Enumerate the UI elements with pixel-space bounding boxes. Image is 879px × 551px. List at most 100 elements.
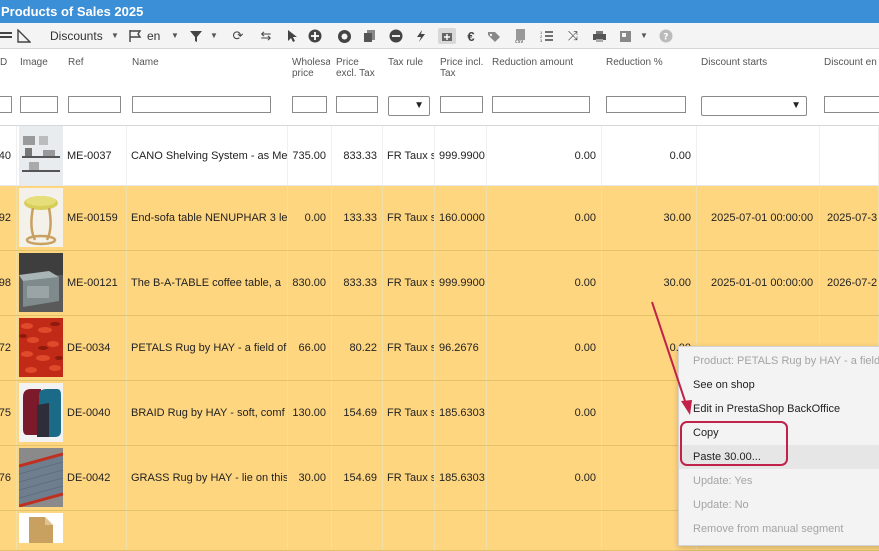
cell-reduction-pct[interactable]: 0.00 — [602, 126, 697, 185]
chevron-down-icon[interactable]: ▼ — [111, 23, 119, 49]
chevron-down-icon[interactable]: ▼ — [210, 23, 218, 49]
language-selector[interactable]: en — [147, 23, 160, 49]
cell-wholesale[interactable]: 735.00 — [288, 126, 332, 185]
table-row[interactable]: 92 ME-00159 End-sofa table NENUPHAR 3 le… — [0, 186, 879, 251]
cell-name[interactable]: CANO Shelving System - as Me — [127, 126, 288, 185]
filter-input-name[interactable] — [132, 96, 271, 113]
cell-id[interactable] — [0, 511, 17, 550]
pointer-icon[interactable] — [284, 28, 300, 44]
table-row[interactable]: 98 ME-00121 The B-A-TABLE coffee table, … — [0, 251, 879, 316]
cell-discount-ends[interactable] — [820, 126, 879, 185]
cell-wholesale[interactable]: 30.00 — [288, 446, 332, 510]
cell-price-excl[interactable]: 154.69 — [332, 446, 383, 510]
filter-input-wholesale[interactable] — [292, 96, 327, 113]
cell-id[interactable]: 92 — [0, 186, 17, 250]
refresh-icon[interactable]: ⟳ — [230, 28, 246, 44]
filter-input-reduction-pct[interactable] — [606, 96, 686, 113]
column-header-wholesale-price[interactable]: Wholesale price — [292, 57, 330, 79]
cell-tax-rule[interactable]: FR Taux s — [383, 251, 435, 315]
cell-name[interactable]: PETALS Rug by HAY - a field of — [127, 316, 288, 380]
cell-price-incl[interactable]: 999.9900 — [435, 251, 487, 315]
column-header-discount-starts[interactable]: Discount starts — [701, 57, 811, 68]
menu-icon[interactable] — [0, 28, 14, 44]
cell-price-incl[interactable]: 160.0000 — [435, 186, 487, 250]
cell-ref[interactable] — [63, 511, 127, 550]
column-header-id[interactable]: D — [0, 57, 14, 68]
filter-select-tax-rule[interactable]: ▼ — [388, 96, 430, 116]
swap-icon[interactable]: ⇆ — [258, 28, 274, 44]
cell-ref[interactable]: DE-0042 — [63, 446, 127, 510]
cell-id[interactable]: 76 — [0, 446, 17, 510]
column-header-price-excl-tax[interactable]: Price excl. Tax — [336, 57, 382, 79]
cell-wholesale[interactable]: 130.00 — [288, 381, 332, 445]
cell-id[interactable]: 40 — [0, 126, 17, 185]
cell-price-excl[interactable]: 833.33 — [332, 126, 383, 185]
filter-icon[interactable] — [188, 28, 204, 44]
filter-input-price-excl[interactable] — [336, 96, 378, 113]
help-icon[interactable]: ? — [658, 28, 674, 44]
cell-price-excl[interactable] — [332, 511, 383, 550]
menu-item-see-on-shop[interactable]: See on shop — [679, 373, 879, 397]
flag-icon[interactable] — [127, 28, 143, 44]
cell-name[interactable]: End-sofa table NENUPHAR 3 le — [127, 186, 288, 250]
column-header-reduction-amount[interactable]: Reduction amount — [492, 57, 596, 68]
filter-input-discount-ends[interactable] — [824, 96, 879, 113]
cell-ref[interactable]: ME-00121 — [63, 251, 127, 315]
remove-icon[interactable] — [388, 28, 404, 44]
cell-ref[interactable]: ME-00159 — [63, 186, 127, 250]
cell-price-incl[interactable]: 96.2676 — [435, 316, 487, 380]
cell-price-incl[interactable]: 999.9900 — [435, 126, 487, 185]
chevron-down-icon[interactable]: ▼ — [640, 23, 648, 49]
euro-icon[interactable]: € — [463, 28, 479, 44]
column-header-discount-ends[interactable]: Discount en — [824, 57, 879, 68]
cell-tax-rule[interactable]: FR Taux s — [383, 381, 435, 445]
cell-tax-rule[interactable] — [383, 511, 435, 550]
cell-wholesale[interactable]: 830.00 — [288, 251, 332, 315]
filter-input-ref[interactable] — [68, 96, 121, 113]
table-row[interactable]: 40 ME-0037 CANO Shelving System - as Me … — [0, 126, 879, 186]
cell-tax-rule[interactable]: FR Taux s — [383, 316, 435, 380]
add-icon[interactable] — [307, 28, 323, 44]
cell-reduction-pct[interactable]: 30.00 — [602, 251, 697, 315]
cell-ref[interactable]: ME-0037 — [63, 126, 127, 185]
tag-icon[interactable] — [486, 28, 502, 44]
filter-input-reduction-amount[interactable] — [492, 96, 590, 113]
chevron-down-icon[interactable]: ▼ — [171, 23, 179, 49]
cell-reduction-pct[interactable]: 30.00 — [602, 186, 697, 250]
cell-id[interactable]: 72 — [0, 316, 17, 380]
cell-price-excl[interactable]: 133.33 — [332, 186, 383, 250]
layout-icon[interactable] — [16, 28, 32, 44]
cell-discount-starts[interactable]: 2025-01-01 00:00:00 — [697, 251, 820, 315]
cell-name[interactable]: The B-A-TABLE coffee table, a — [127, 251, 288, 315]
window-icon[interactable] — [617, 28, 633, 44]
globe-icon[interactable] — [336, 28, 352, 44]
cell-wholesale[interactable] — [288, 511, 332, 550]
cell-tax-rule[interactable]: FR Taux s — [383, 446, 435, 510]
filter-input-id[interactable] — [0, 96, 12, 113]
cell-ref[interactable]: DE-0034 — [63, 316, 127, 380]
cell-id[interactable]: 75 — [0, 381, 17, 445]
cell-discount-starts[interactable]: 2025-07-01 00:00:00 — [697, 186, 820, 250]
cell-id[interactable]: 98 — [0, 251, 17, 315]
cell-reduction-amount[interactable]: 0.00 — [487, 316, 602, 380]
cell-price-incl[interactable]: 185.6303 — [435, 446, 487, 510]
shuffle-icon[interactable]: ⤨ — [565, 28, 581, 44]
menu-item-edit-backoffice[interactable]: Edit in PrestaShop BackOffice — [679, 397, 879, 421]
print-icon[interactable] — [591, 28, 607, 44]
column-header-ref[interactable]: Ref — [68, 57, 126, 68]
cell-tax-rule[interactable]: FR Taux s — [383, 186, 435, 250]
cell-reduction-amount[interactable]: 0.00 — [487, 381, 602, 445]
column-header-tax-rule[interactable]: Tax rule — [388, 57, 434, 68]
cell-discount-starts[interactable] — [697, 126, 820, 185]
cell-ref[interactable]: DE-0040 — [63, 381, 127, 445]
cell-price-excl[interactable]: 154.69 — [332, 381, 383, 445]
cell-reduction-amount[interactable]: 0.00 — [487, 251, 602, 315]
filter-select-discount-starts[interactable]: ▼ — [701, 96, 807, 116]
cell-price-incl[interactable]: 185.6303 — [435, 381, 487, 445]
cell-reduction-amount[interactable]: 0.00 — [487, 446, 602, 510]
cell-name[interactable]: GRASS Rug by HAY - lie on this — [127, 446, 288, 510]
cell-name[interactable] — [127, 511, 288, 550]
column-header-price-incl-tax[interactable]: Price incl. Tax — [440, 57, 488, 79]
column-header-reduction-pct[interactable]: Reduction % — [606, 57, 696, 68]
column-header-image[interactable]: Image — [20, 57, 62, 68]
